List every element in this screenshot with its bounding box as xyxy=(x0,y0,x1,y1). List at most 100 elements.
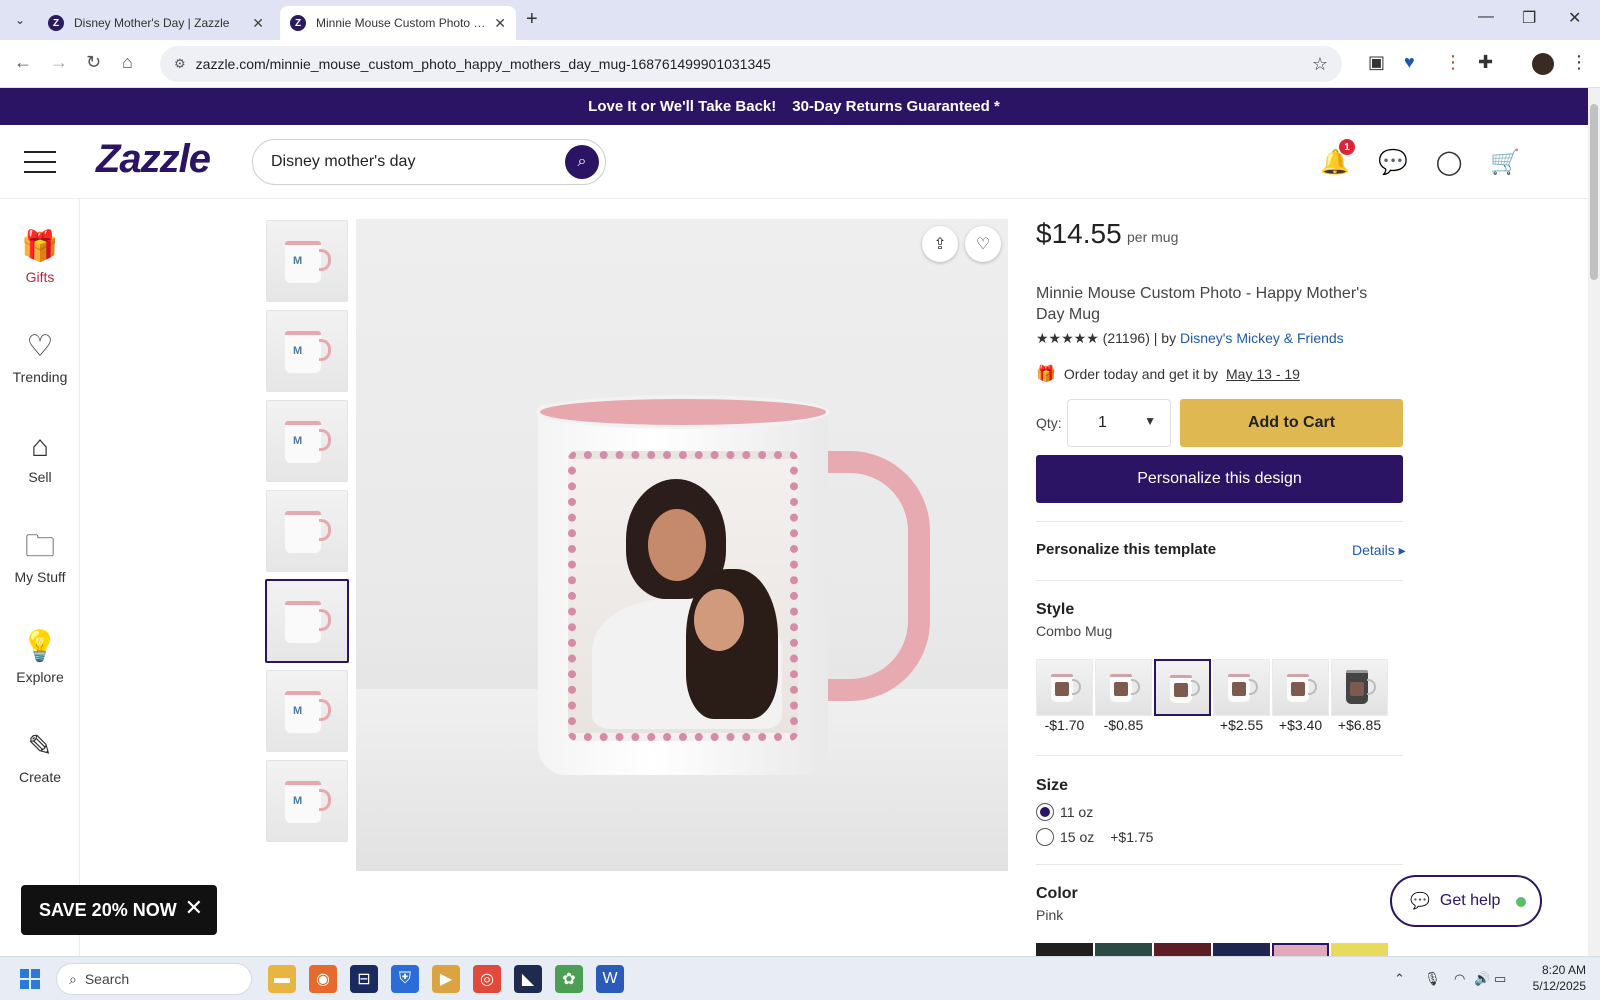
volume-icon[interactable]: 🔊 xyxy=(1474,971,1490,987)
style-option-selected[interactable] xyxy=(1154,659,1211,716)
product-thumbnail[interactable]: M xyxy=(266,670,348,752)
forward-icon[interactable]: → xyxy=(50,52,68,73)
microphone-icon[interactable]: 🎙 xyxy=(1424,971,1441,987)
close-tab-icon[interactable]: ✕ xyxy=(252,15,264,32)
app-icon[interactable]: ◣ xyxy=(514,965,542,993)
color-swatch-selected[interactable] xyxy=(1272,943,1329,956)
restore-icon[interactable]: ❐ xyxy=(1522,8,1536,28)
battery-icon[interactable]: ▭ xyxy=(1494,971,1506,987)
seller-link[interactable]: Disney's Mickey & Friends xyxy=(1180,330,1344,346)
account-icon[interactable]: ◯ xyxy=(1432,145,1466,179)
delivery-date-link[interactable]: May 13 - 19 xyxy=(1226,366,1300,382)
windows-start-icon[interactable] xyxy=(20,969,40,989)
product-thumbnail[interactable]: M xyxy=(266,220,348,302)
site-header: Zazzle Disney mother's day ⌕ 🔔 💬 ◯ 🛒 xyxy=(0,125,1588,199)
product-thumbnail[interactable] xyxy=(266,490,348,572)
zazzle-logo[interactable]: Zazzle xyxy=(96,137,211,182)
nav-item-create[interactable]: ✎ Create xyxy=(0,729,80,785)
style-option[interactable] xyxy=(1331,659,1388,716)
product-thumbnail[interactable]: M xyxy=(266,760,348,842)
close-tab-icon[interactable]: ✕ xyxy=(494,15,506,32)
taskbar-search-placeholder: Search xyxy=(84,971,130,987)
product-thumbnail[interactable]: M xyxy=(266,310,348,392)
color-swatch[interactable] xyxy=(1095,943,1152,956)
image-extension-icon[interactable]: ▣ xyxy=(1368,52,1385,73)
color-swatch[interactable] xyxy=(1154,943,1211,956)
browser-tab-active[interactable]: Z Minnie Mouse Custom Photo - Ha ✕ xyxy=(280,6,516,40)
extensions-puzzle-icon[interactable]: ✚ xyxy=(1478,52,1493,73)
file-explorer-icon[interactable]: ▬ xyxy=(268,965,296,993)
extension-icon[interactable]: ⋮ xyxy=(1444,52,1462,73)
search-icon[interactable]: ⌕ xyxy=(565,145,599,179)
product-thumbnail[interactable]: M xyxy=(266,400,348,482)
search-input[interactable]: Disney mother's day ⌕ xyxy=(252,139,606,185)
tab-title: Minnie Mouse Custom Photo - Ha xyxy=(316,16,487,30)
quantity-select[interactable]: 1 ▼ xyxy=(1067,399,1171,447)
qty-value: 1 xyxy=(1098,414,1107,431)
nav-item-explore[interactable]: 💡 Explore xyxy=(0,629,80,685)
radio-button[interactable] xyxy=(1036,803,1054,821)
home-icon[interactable]: ⌂ xyxy=(122,52,133,73)
review-count[interactable]: (21196) xyxy=(1103,330,1150,346)
nav-item-gifts[interactable]: 🎁 Gifts xyxy=(0,229,80,285)
clock[interactable]: 8:20 AM 5/12/2025 xyxy=(1512,962,1586,994)
style-option[interactable] xyxy=(1036,659,1093,716)
tab-search-button[interactable]: ⌄ xyxy=(8,8,32,32)
taskbar-search[interactable]: ⌕ Search xyxy=(56,963,252,995)
media-player-icon[interactable]: ▶ xyxy=(432,965,460,993)
nav-item-my-stuff[interactable]: 🗀 My Stuff xyxy=(0,529,80,585)
nav-item-trending[interactable]: ♡ Trending xyxy=(0,329,80,385)
save-promo-button[interactable]: SAVE 20% NOW ✕ xyxy=(21,885,217,935)
security-shield-icon[interactable]: ⛨ xyxy=(391,965,419,993)
app-icon[interactable]: ✿ xyxy=(555,965,583,993)
back-icon[interactable]: ← xyxy=(14,52,32,73)
color-swatch[interactable] xyxy=(1213,943,1270,956)
share-icon[interactable]: ⇪ xyxy=(922,226,958,262)
browser-menu-icon[interactable]: ⋮ xyxy=(1570,52,1588,73)
size-label: 11 oz xyxy=(1060,804,1094,820)
menu-icon[interactable] xyxy=(24,151,56,173)
reload-icon[interactable]: ↻ xyxy=(86,52,101,73)
promo-banner[interactable]: Love It or We'll Take Back! 30-Day Retur… xyxy=(0,88,1588,125)
close-icon[interactable]: ✕ xyxy=(185,895,203,921)
new-tab-icon[interactable]: + xyxy=(526,8,538,31)
style-option[interactable] xyxy=(1095,659,1152,716)
online-status-dot xyxy=(1516,897,1526,907)
cart-icon[interactable]: 🛒 xyxy=(1488,145,1522,179)
chevron-up-icon[interactable]: ⌃ xyxy=(1394,971,1405,987)
get-help-button[interactable]: 💬 Get help xyxy=(1390,875,1542,927)
app-icon[interactable]: ⊟ xyxy=(350,965,378,993)
personalize-design-button[interactable]: Personalize this design xyxy=(1036,455,1403,503)
personalize-template-heading[interactable]: Personalize this template xyxy=(1036,541,1216,558)
color-swatch[interactable] xyxy=(1036,943,1093,956)
site-info-icon[interactable]: ⚙ xyxy=(174,56,186,72)
chrome-icon[interactable]: ◎ xyxy=(473,965,501,993)
size-option-15oz[interactable]: 15 oz +$1.75 xyxy=(1036,828,1153,846)
chat-icon[interactable]: 💬 xyxy=(1376,145,1410,179)
style-option[interactable] xyxy=(1272,659,1329,716)
close-window-icon[interactable]: ✕ xyxy=(1568,8,1581,28)
product-main-image[interactable] xyxy=(356,219,1008,871)
heart-extension-icon[interactable]: ♥ xyxy=(1404,52,1415,73)
bookmark-star-icon[interactable]: ☆ xyxy=(1312,54,1328,75)
minimize-icon[interactable]: — xyxy=(1478,8,1494,26)
color-swatch[interactable] xyxy=(1331,943,1388,956)
address-bar[interactable]: ⚙ zazzle.com/minnie_mouse_custom_photo_h… xyxy=(160,46,1342,82)
product-thumbnail-selected[interactable] xyxy=(265,579,349,663)
scrollbar-thumb[interactable] xyxy=(1590,104,1598,280)
word-icon[interactable]: W xyxy=(596,965,624,993)
firefox-icon[interactable]: ◉ xyxy=(309,965,337,993)
wifi-icon[interactable]: ◠ xyxy=(1454,971,1465,987)
size-option-11oz[interactable]: 11 oz xyxy=(1036,803,1093,821)
rating-stars[interactable]: ★★★★★ xyxy=(1036,330,1099,346)
browser-tab[interactable]: Z Disney Mother's Day | Zazzle ✕ xyxy=(38,6,274,40)
radio-button[interactable] xyxy=(1036,828,1054,846)
favorite-heart-icon[interactable]: ♡ xyxy=(965,226,1001,262)
color-heading: Color xyxy=(1036,885,1078,902)
style-option[interactable] xyxy=(1213,659,1270,716)
chevron-down-icon: ▼ xyxy=(1144,414,1156,428)
details-link[interactable]: Details ▸ xyxy=(1352,542,1406,559)
profile-avatar[interactable] xyxy=(1532,53,1554,75)
nav-item-sell[interactable]: ⌂ Sell xyxy=(0,429,80,485)
add-to-cart-button[interactable]: Add to Cart xyxy=(1180,399,1403,447)
